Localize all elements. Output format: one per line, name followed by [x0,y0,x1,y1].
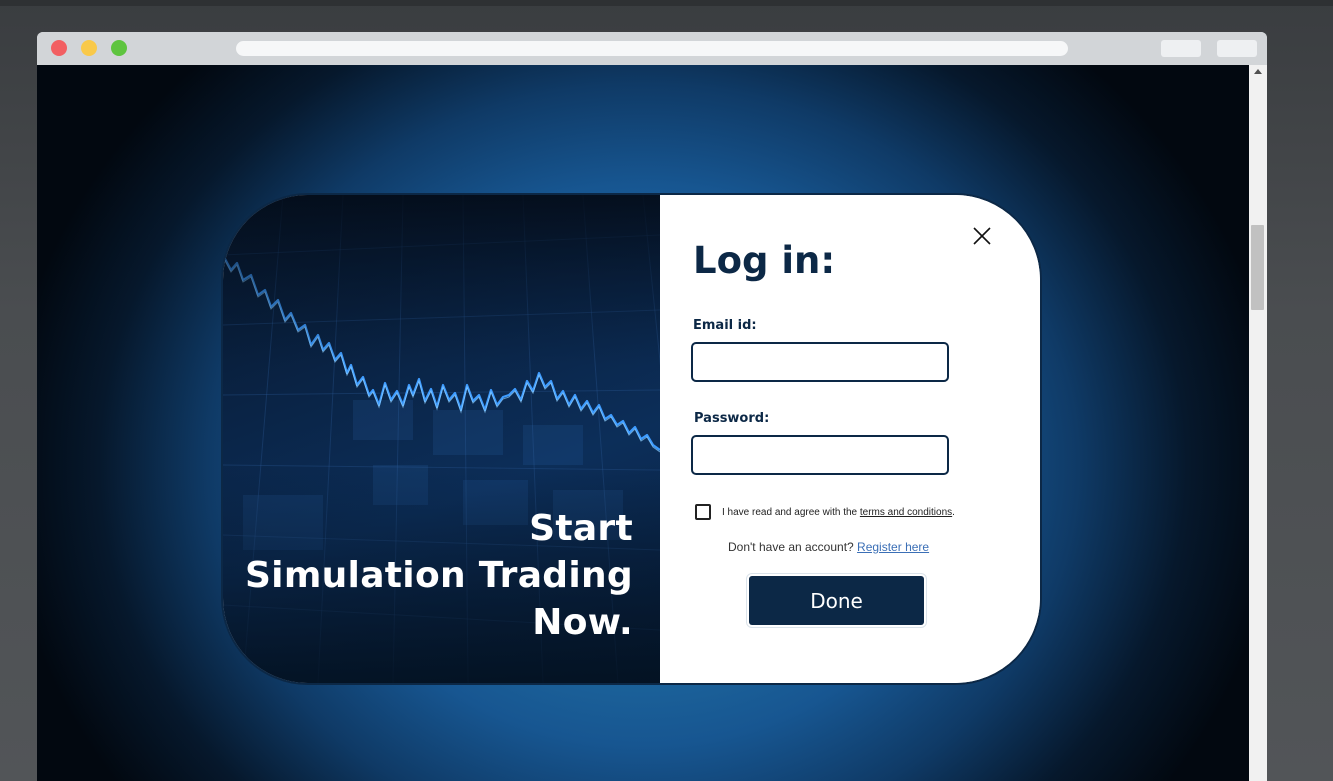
desktop-background [0,0,1333,6]
page-viewport: Start Simulation Trading Now. Log in: Em… [37,65,1249,781]
address-bar[interactable] [236,41,1068,56]
scroll-thumb[interactable] [1251,225,1264,310]
hero-line-1: Start [529,508,633,549]
register-prompt: Don't have an account? [728,540,858,554]
register-link[interactable]: Register here [857,540,929,554]
scroll-up-arrow-icon[interactable] [1254,69,1262,74]
window-zoom-button[interactable] [111,40,127,56]
window-minimize-button[interactable] [81,40,97,56]
login-title: Log in: [693,239,836,282]
email-field[interactable] [691,342,949,382]
close-icon[interactable] [966,220,998,252]
done-button[interactable]: Done [749,576,924,625]
terms-link[interactable]: terms and conditions [860,507,952,518]
terms-row: I have read and agree with the terms and… [695,504,955,520]
hero-panel: Start Simulation Trading Now. [223,195,660,683]
hero-headline: Start Simulation Trading Now. [245,505,633,646]
page-scrollbar[interactable] [1249,65,1267,781]
toolbar-button-2[interactable] [1217,40,1257,57]
login-modal: Start Simulation Trading Now. Log in: Em… [223,195,1040,683]
terms-suffix: . [952,506,955,518]
login-form-panel: Log in: Email id: Password: I have read … [660,195,1040,683]
email-label: Email id: [693,318,757,333]
terms-prefix: I have read and agree with the [722,506,860,518]
register-row: Don't have an account? Register here [728,540,929,554]
hero-line-2: Simulation Trading [244,555,633,596]
password-label: Password: [694,411,770,426]
browser-titlebar [37,32,1267,65]
terms-checkbox[interactable] [695,504,711,520]
hero-line-3: Now. [532,602,633,643]
password-field[interactable] [691,435,949,475]
window-close-button[interactable] [51,40,67,56]
toolbar-button-1[interactable] [1161,40,1201,57]
browser-window: Start Simulation Trading Now. Log in: Em… [37,32,1267,781]
